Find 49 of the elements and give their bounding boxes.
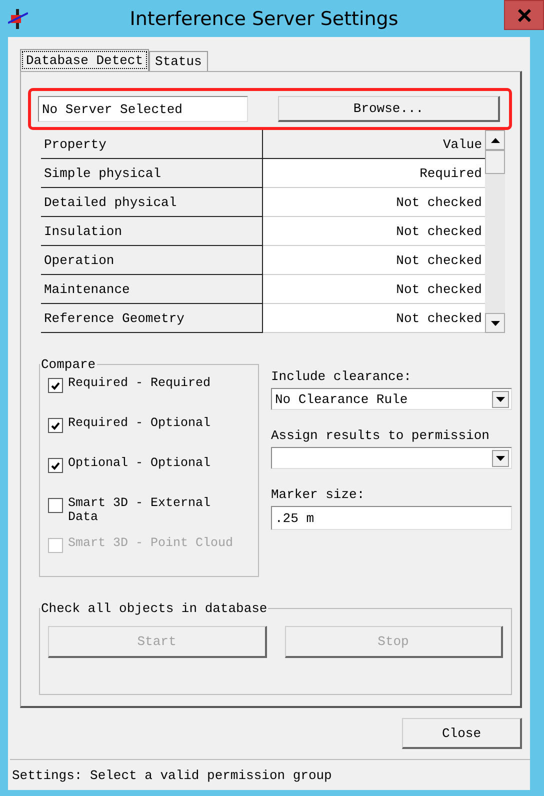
group-title: Check all objects in database	[40, 601, 268, 616]
checkbox-label: Optional - Optional	[68, 456, 212, 470]
permission-dropdown[interactable]	[271, 447, 512, 469]
table-cell: Maintenance	[41, 275, 263, 304]
checkbox[interactable]	[48, 418, 63, 433]
app-icon	[8, 8, 28, 28]
table-cell: Reference Geometry	[41, 304, 263, 333]
dropdown-arrow-icon	[490, 320, 500, 326]
group-title: Compare	[40, 357, 97, 372]
window-title: Interference Server Settings	[128, 8, 400, 30]
clearance-dropdown[interactable]: No Clearance Rule	[271, 388, 512, 410]
tab[interactable]: Database Detect	[20, 49, 150, 71]
dropdown-arrow-icon	[496, 396, 505, 402]
checkbox-label: Required - Optional	[68, 416, 212, 430]
scroll-thumb[interactable]	[485, 150, 505, 174]
dropdown-arrow-icon	[496, 456, 505, 460]
server-field[interactable]: No Server Selected	[38, 96, 248, 122]
checkbox-label: Required - Required	[68, 376, 212, 390]
close-button[interactable]	[504, 0, 544, 30]
checkbox-label: Smart 3D - External Data	[68, 496, 212, 524]
marker-size-field[interactable]: .25 m	[271, 506, 512, 530]
checkbox[interactable]	[48, 458, 63, 473]
checkbox[interactable]	[48, 498, 63, 513]
table-cell: Not checked	[263, 188, 485, 217]
table-cell: Not checked	[263, 275, 485, 304]
table-cell: Required	[263, 159, 485, 188]
scroll-up-icon	[490, 138, 500, 142]
scrollbar[interactable]	[485, 130, 505, 333]
table-cell: Simple physical	[41, 159, 263, 188]
check-icon	[51, 382, 60, 390]
close-icon	[518, 8, 530, 22]
tab[interactable]: Status	[149, 51, 208, 71]
table-cell: Insulation	[41, 217, 263, 246]
field-label: Marker size:	[271, 487, 366, 502]
checkbox[interactable]	[48, 378, 63, 393]
check-icon	[51, 462, 60, 470]
status-bar: Settings: Select a valid permission group	[10, 759, 530, 790]
checkbox-label: Smart 3D - Point Cloud	[68, 536, 234, 550]
table-cell: Not checked	[263, 217, 485, 246]
table-cell: Detailed physical	[41, 188, 263, 217]
column-header: Property	[41, 130, 263, 159]
check-icon	[51, 422, 60, 430]
browse-button[interactable]: Browse...	[278, 96, 500, 122]
table-cell: Not checked	[263, 246, 485, 275]
field-label: Include clearance:	[271, 369, 412, 384]
close-dialog-button[interactable]: Close	[402, 718, 522, 749]
table-cell: Operation	[41, 246, 263, 275]
field-label: Assign results to permission	[271, 428, 490, 443]
table-cell: Not checked	[263, 304, 485, 333]
